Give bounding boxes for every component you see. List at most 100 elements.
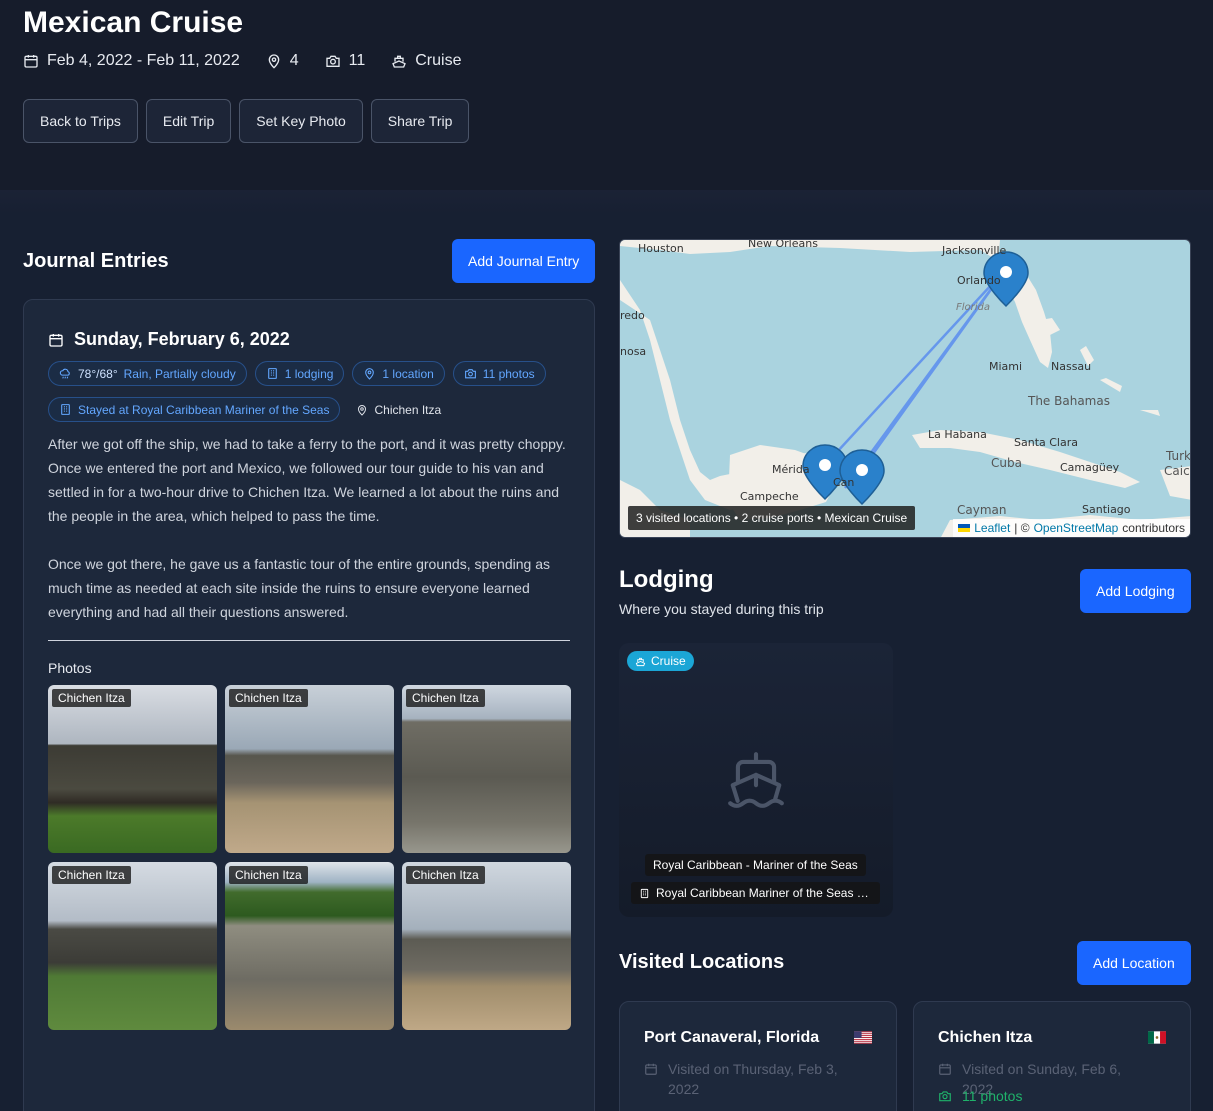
- map-label: New Orleans: [748, 239, 818, 250]
- ship-placeholder-icon: [728, 752, 784, 808]
- lodging-subtitle: Where you stayed during this trip: [619, 601, 824, 617]
- edit-trip-button[interactable]: Edit Trip: [145, 99, 232, 143]
- lodging-heading: Lodging: [619, 566, 714, 593]
- map-label: Turk: [1166, 449, 1191, 463]
- photos-chip[interactable]: 11 photos: [452, 361, 546, 386]
- us-flag-icon: [854, 1031, 872, 1044]
- weather-temp: 78°/68°: [78, 366, 118, 381]
- photos-chip-text: 11 photos: [482, 366, 535, 381]
- map-label: Nassau: [1051, 360, 1092, 373]
- share-trip-button[interactable]: Share Trip: [370, 99, 470, 143]
- lodging-name: Royal Caribbean - Mariner of the Seas: [645, 854, 866, 876]
- lodging-card[interactable]: Cruise Royal Caribbean - Mariner of the …: [619, 643, 893, 917]
- photo-caption: Chichen Itza: [229, 689, 308, 707]
- map-label: redo: [620, 309, 645, 322]
- entry-date: Sunday, February 6, 2022: [48, 329, 290, 350]
- photo-caption: Chichen Itza: [406, 689, 485, 707]
- map-label: Camagüey: [1060, 461, 1120, 474]
- photo-thumbnail[interactable]: Chichen Itza: [402, 862, 571, 1030]
- map-label: Miami: [989, 360, 1023, 373]
- photo-caption: Chichen Itza: [406, 866, 485, 884]
- lodging-chip[interactable]: 1 lodging: [254, 361, 345, 386]
- photo-caption: Chichen Itza: [52, 689, 131, 707]
- location-name: Chichen Itza: [938, 1029, 1033, 1046]
- camera-icon: [464, 369, 476, 379]
- lodging-chip-text: 1 lodging: [284, 366, 334, 381]
- rain-cloud-icon: [59, 368, 70, 379]
- entry-chips-secondary: Stayed at Royal Caribbean Mariner of the…: [48, 397, 447, 422]
- trip-map[interactable]: Houston New Orleans Jacksonville Orlando…: [619, 239, 1191, 538]
- location-name: Port Canaveral, Florida: [644, 1029, 820, 1046]
- ukraine-flag-icon: [958, 524, 971, 532]
- trip-actions: Back to Trips Edit Trip Set Key Photo Sh…: [23, 99, 470, 143]
- location-visited-date: Visited on Thursday, Feb 3, 2022: [644, 1059, 854, 1099]
- location-chip-text: 1 location: [382, 366, 434, 381]
- trip-title: Mexican Cruise: [23, 6, 244, 39]
- lodging-detail: Royal Caribbean Mariner of the Seas Cabi…: [631, 882, 880, 904]
- visited-locations-heading: Visited Locations: [619, 951, 785, 973]
- camera-icon: [325, 55, 340, 67]
- calendar-icon: [645, 1063, 657, 1075]
- map-label: Florida: [956, 302, 991, 313]
- map-label: Mérida: [772, 463, 810, 476]
- trip-dates: Feb 4, 2022 - Feb 11, 2022: [23, 52, 240, 70]
- map-label: Santa Clara: [1014, 436, 1078, 449]
- map-label: Jacksonville: [942, 244, 1007, 257]
- map-tiles[interactable]: [620, 240, 1191, 538]
- entry-body: After we got off the ship, we had to tak…: [48, 432, 572, 624]
- building-icon: [267, 368, 277, 379]
- location-photos[interactable]: 11 photos: [938, 1088, 1022, 1104]
- photo-grid: Chichen Itza Chichen Itza Chichen Itza C…: [48, 685, 571, 1030]
- calendar-icon: [49, 333, 63, 347]
- ship-icon: [635, 657, 646, 666]
- journal-heading: Journal Entries: [23, 250, 169, 272]
- leaflet-link[interactable]: Leaflet: [974, 521, 1010, 535]
- back-to-trips-button[interactable]: Back to Trips: [23, 99, 138, 143]
- add-journal-entry-button[interactable]: Add Journal Entry: [452, 239, 596, 283]
- map-label: La Habana: [928, 428, 987, 441]
- map-label: Cuba: [991, 456, 1022, 470]
- map-pin-icon: [358, 404, 367, 416]
- map-label: Cayman: [957, 503, 1007, 517]
- calendar-icon: [939, 1063, 951, 1075]
- weather-chip: 78°/68° Rain, Partially cloudy: [48, 361, 247, 386]
- map-label: Can: [833, 476, 855, 489]
- us-gulf-coast-landmass: [620, 240, 1190, 368]
- photo-thumbnail[interactable]: Chichen Itza: [402, 685, 571, 853]
- map-label: Caicos: [1164, 464, 1190, 478]
- photo-thumbnail[interactable]: Chichen Itza: [225, 862, 394, 1030]
- map-label: Santiago: [1082, 503, 1131, 516]
- location-card[interactable]: Port Canaveral, Florida Visited on Thurs…: [619, 1001, 897, 1111]
- weather-desc: Rain, Partially cloudy: [123, 366, 236, 381]
- location-chip[interactable]: 1 location: [352, 361, 445, 386]
- entry-date-text: Sunday, February 6, 2022: [74, 329, 290, 349]
- photo-thumbnail[interactable]: Chichen Itza: [48, 862, 217, 1030]
- attribution-suffix: contributors: [1122, 521, 1185, 535]
- map-label: Campeche: [740, 490, 799, 503]
- journal-entry-card: Sunday, February 6, 2022 78°/68° Rain, P…: [23, 299, 595, 1111]
- lodging-type-text: Cruise: [651, 654, 686, 668]
- trip-dates-text: Feb 4, 2022 - Feb 11, 2022: [47, 52, 240, 69]
- entry-chips: 78°/68° Rain, Partially cloudy 1 lodging…: [48, 361, 546, 386]
- photo-thumbnail[interactable]: Chichen Itza: [48, 685, 217, 853]
- entry-paragraph: Once we got there, he gave us a fantasti…: [48, 556, 550, 620]
- camera-icon: [939, 1091, 951, 1102]
- trip-photos-count: 11: [325, 52, 365, 70]
- lodging-detail-text: Royal Caribbean Mariner of the Seas Cabi…: [656, 886, 872, 900]
- location-card[interactable]: Chichen Itza Visited on Sunday, Feb 6, 2…: [913, 1001, 1191, 1111]
- add-location-button[interactable]: Add Location: [1077, 941, 1191, 985]
- photo-thumbnail[interactable]: Chichen Itza: [225, 685, 394, 853]
- place-chip-text: Chichen Itza: [374, 402, 442, 417]
- place-chip[interactable]: Chichen Itza: [350, 403, 447, 417]
- building-icon: [61, 404, 70, 415]
- locations-count-text: 4: [289, 52, 299, 69]
- set-key-photo-button[interactable]: Set Key Photo: [239, 99, 363, 143]
- add-lodging-button[interactable]: Add Lodging: [1080, 569, 1191, 613]
- photo-caption: Chichen Itza: [229, 866, 308, 884]
- calendar-icon: [24, 55, 38, 68]
- stayed-at-chip[interactable]: Stayed at Royal Caribbean Mariner of the…: [48, 397, 341, 422]
- openstreetmap-link[interactable]: OpenStreetMap: [1034, 521, 1119, 535]
- entry-divider: [48, 640, 570, 641]
- attribution-separator: | ©: [1014, 521, 1030, 535]
- trip-locations-count: 4: [266, 52, 299, 70]
